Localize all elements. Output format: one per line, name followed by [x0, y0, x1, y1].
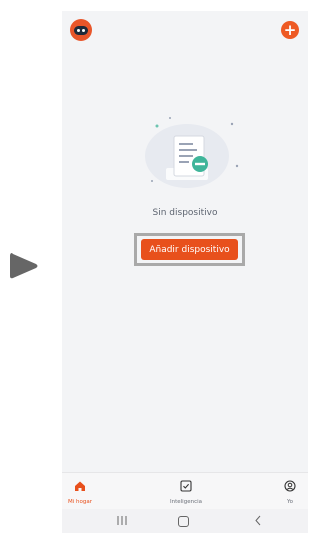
robot-face-icon — [74, 25, 88, 35]
back-icon[interactable] — [254, 515, 262, 526]
tab-label: Mi hogar — [68, 499, 92, 505]
tab-yo[interactable]: Yo — [260, 477, 308, 505]
add-button[interactable]: + — [281, 21, 299, 39]
add-device-button[interactable]: Añadir dispositivo — [141, 239, 238, 260]
checkbox-icon — [180, 477, 192, 496]
tab-label: Yo — [287, 499, 293, 505]
plus-icon: + — [283, 20, 297, 39]
bottom-tab-bar: Mi hogar Inteligencia Yo — [62, 472, 308, 509]
tab-inteligencia[interactable]: Inteligencia — [156, 477, 216, 505]
play-arrow-icon[interactable] — [8, 250, 40, 286]
avatar[interactable] — [70, 19, 92, 41]
top-bar: + — [62, 11, 308, 47]
recents-icon[interactable] — [116, 515, 128, 526]
empty-state-message: Sin dispositivo — [152, 208, 218, 218]
tab-label: Inteligencia — [170, 499, 202, 505]
tab-mi-hogar[interactable]: Mi hogar — [62, 477, 110, 505]
home-icon — [74, 477, 86, 496]
system-nav-bar — [62, 509, 308, 533]
app-screen: + Sin dispositivo Añadir dispositivo Mi … — [62, 11, 308, 533]
profile-icon — [284, 477, 296, 496]
empty-device-illustration — [142, 106, 242, 196]
home-nav-icon[interactable] — [178, 516, 189, 527]
